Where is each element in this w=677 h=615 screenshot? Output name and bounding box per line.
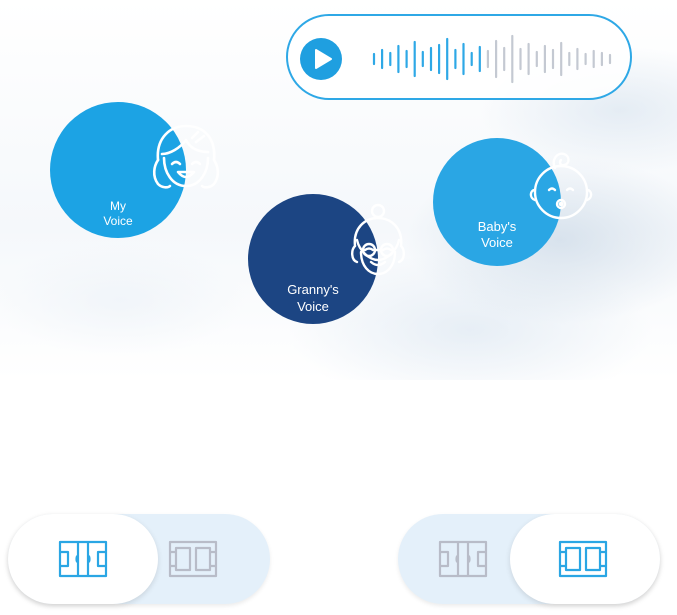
voice-label-line2: Voice [103, 214, 133, 228]
grannys-voice-button[interactable]: Granny's Voice [248, 194, 405, 324]
layout-a-icon[interactable] [436, 538, 490, 580]
layout-a-icon[interactable] [56, 538, 110, 580]
voice-audio-player [286, 14, 632, 100]
audio-waveform-icon[interactable] [288, 16, 634, 102]
grannys-voice-label: Granny's Voice [248, 281, 378, 315]
my-voice-label: My Voice [50, 199, 186, 229]
layout-b-icon[interactable] [556, 538, 610, 580]
layout-b-icon[interactable] [166, 538, 220, 580]
babys-voice-button[interactable]: Baby's Voice [433, 138, 593, 266]
voice-label-line2: Voice [297, 299, 329, 314]
voice-label-line2: Voice [481, 235, 513, 250]
my-voice-button[interactable]: My Voice [50, 102, 220, 238]
babys-voice-label: Baby's Voice [433, 219, 561, 251]
voice-label-line1: Baby's [477, 219, 517, 234]
voice-label-line1: Granny's [287, 282, 339, 297]
layout-toggle-left[interactable] [8, 514, 270, 604]
voice-label-line1: My [110, 199, 126, 213]
layout-toggle-right[interactable] [398, 514, 660, 604]
